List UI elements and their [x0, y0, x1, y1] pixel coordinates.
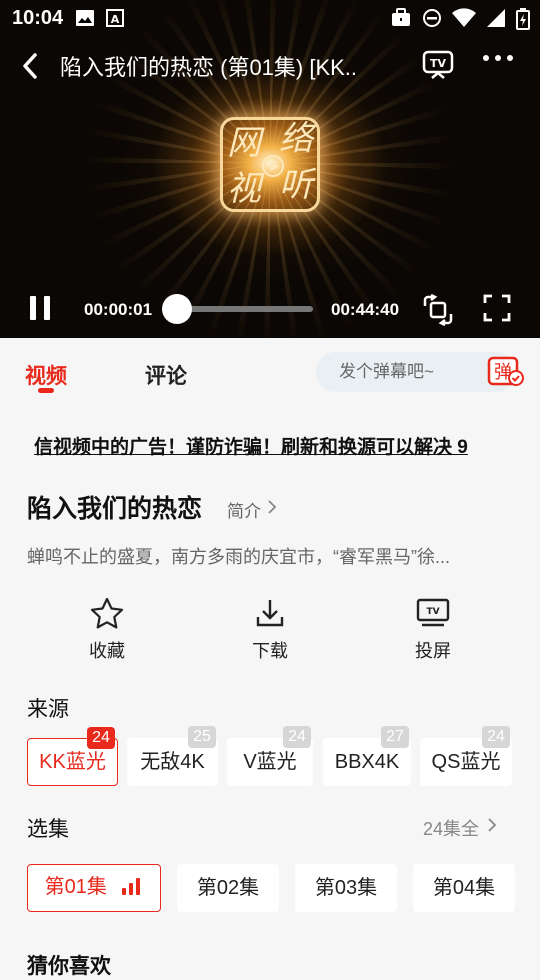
show-description: 蝉鸣不止的盛夏，南方多雨的庆宜市，“睿军黑马”徐... — [27, 547, 450, 567]
download-button[interactable]: 下载 — [225, 597, 315, 663]
do-not-disturb-icon — [423, 9, 441, 27]
episode-label: 第02集 — [196, 877, 260, 899]
source-count-badge: 27 — [381, 726, 409, 748]
danmu-toggle-button[interactable]: 弹 — [487, 356, 525, 388]
tv-icon: TV — [416, 598, 450, 627]
fullscreen-button[interactable] — [483, 294, 513, 324]
favorite-button[interactable]: 收藏 — [62, 597, 152, 663]
status-bar: 10:04 A — [0, 0, 540, 36]
progress-track[interactable] — [176, 306, 313, 312]
download-icon — [256, 600, 284, 627]
more-button[interactable] — [482, 50, 522, 82]
source-label: QS蓝光 — [431, 751, 501, 773]
progress-thumb[interactable] — [162, 294, 193, 324]
tv-icon: TV — [422, 50, 454, 79]
tab-indicator — [38, 388, 54, 393]
source-count-badge: 24 — [283, 726, 311, 748]
episodes-title: 选集 — [27, 818, 69, 841]
episode-item[interactable]: 第04集 — [413, 864, 515, 912]
rotate-screen-icon — [423, 293, 453, 327]
svg-text:TV: TV — [430, 57, 447, 70]
text-notification-icon: A — [106, 9, 125, 27]
battery-charging-icon — [516, 8, 530, 30]
episode-item[interactable]: 第02集 — [177, 864, 279, 912]
source-item[interactable]: QS蓝光 24 — [420, 726, 512, 786]
source-count-badge: 24 — [87, 727, 115, 749]
image-notification-icon — [76, 10, 95, 26]
cast-tv-button[interactable]: TV — [422, 50, 458, 82]
logo-char-3: 视 — [227, 169, 261, 209]
tab-video[interactable]: 视频 — [25, 360, 67, 390]
logo-char-1: 网 — [227, 123, 261, 163]
chevron-left-icon — [23, 53, 37, 79]
current-time: 00:00:01 — [84, 300, 153, 319]
source-label: 无敌4K — [140, 751, 205, 773]
star-icon — [90, 597, 124, 629]
source-count-badge: 24 — [482, 726, 510, 748]
rotate-button[interactable] — [422, 293, 454, 327]
player-controls: 00:00:01 00:44:40 — [0, 284, 540, 334]
video-title: 陷入我们的热恋 (第01集) [KK.. — [60, 55, 358, 80]
episode-item[interactable]: 第01集 — [27, 864, 161, 912]
more-dots-icon — [483, 55, 513, 61]
cast-button[interactable]: TV 投屏 — [388, 597, 478, 663]
episode-label: 第01集 — [44, 876, 107, 898]
logo-char-2: 络 — [279, 119, 313, 159]
source-item[interactable]: KK蓝光 24 — [27, 727, 118, 786]
logo-char-4: 听 — [279, 165, 313, 205]
source-label: KK蓝光 — [39, 751, 106, 773]
chevron-right-icon — [488, 818, 497, 832]
wifi-icon — [452, 8, 476, 27]
intro-link[interactable]: 简介 — [227, 497, 261, 522]
recommend-section-title: 猜你喜欢 — [27, 955, 111, 978]
all-episodes-link[interactable]: 24集全 — [423, 815, 479, 841]
signal-icon — [487, 9, 505, 27]
total-time: 00:44:40 — [331, 300, 400, 319]
svg-text:TV: TV — [426, 607, 439, 617]
episode-label: 第03集 — [314, 877, 378, 899]
source-item[interactable]: V蓝光 24 — [227, 726, 313, 786]
source-label: V蓝光 — [243, 751, 297, 773]
source-item[interactable]: 无敌4K 25 — [127, 726, 218, 786]
status-time: 10:04 — [12, 6, 64, 29]
danmu-icon: 弹 — [487, 356, 524, 386]
logo-play-icon — [262, 155, 284, 177]
now-playing-icon — [122, 867, 143, 912]
video-player[interactable]: 10:04 A 陷入我们的热恋 (第01集) [KK.. TV 网 络 视 听 … — [0, 0, 540, 338]
notice-marquee: 信视频中的广告！谨防诈骗！刷新和换源可以解决 9 — [34, 437, 468, 458]
favorite-label: 收藏 — [89, 641, 125, 661]
back-button[interactable] — [0, 40, 60, 92]
cast-label: 投屏 — [415, 641, 451, 661]
svg-text:A: A — [111, 13, 120, 26]
player-top-bar: 陷入我们的热恋 (第01集) [KK.. TV — [0, 40, 540, 92]
pause-button[interactable] — [28, 296, 56, 322]
tab-comments[interactable]: 评论 — [145, 360, 187, 390]
danmu-input[interactable]: 发个弹幕吧~ — [316, 352, 516, 392]
show-title: 陷入我们的热恋 — [27, 495, 203, 523]
video-frame-logo: 网 络 视 听 — [220, 117, 320, 212]
briefcase-icon — [392, 8, 410, 26]
source-label: BBX4K — [334, 751, 400, 773]
chevron-right-icon — [268, 500, 277, 514]
source-count-badge: 25 — [188, 726, 216, 748]
source-item[interactable]: BBX4K 27 — [323, 726, 411, 786]
download-label: 下载 — [252, 641, 288, 661]
sources-title: 来源 — [27, 698, 69, 721]
episode-item[interactable]: 第03集 — [295, 864, 397, 912]
fullscreen-icon — [483, 294, 511, 322]
episode-label: 第04集 — [432, 877, 496, 899]
